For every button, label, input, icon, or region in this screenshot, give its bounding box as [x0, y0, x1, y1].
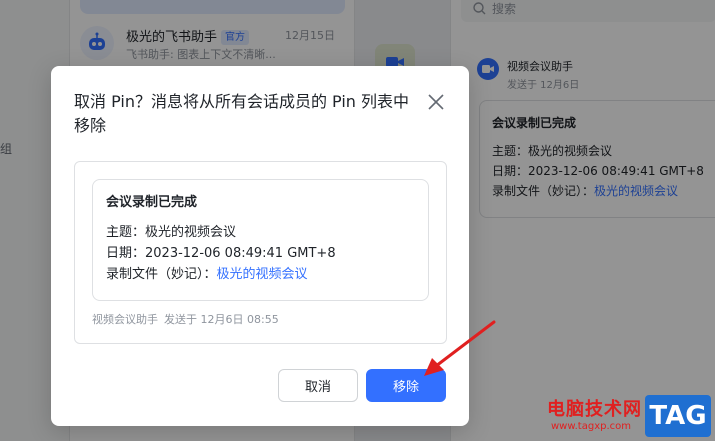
- message-preview: 会议录制已完成 主题：极光的视频会议 日期：2023-12-06 08:49:4…: [74, 161, 447, 344]
- unpin-dialog: 取消 Pin？消息将从所有会话成员的 Pin 列表中移除 会议录制已完成 主题：…: [51, 66, 469, 426]
- footer-time: 发送于 12月6日 08:55: [164, 313, 279, 326]
- card-date: 日期：2023-12-06 08:49:41 GMT+8: [106, 246, 336, 261]
- watermark-url: www.tagxp.com: [551, 421, 631, 432]
- remove-button[interactable]: 移除: [366, 369, 446, 402]
- watermark: 电脑技术网 www.tagxp.com TAG: [515, 391, 715, 441]
- card-topic: 主题：极光的视频会议: [106, 225, 237, 240]
- close-icon: [428, 94, 444, 110]
- dialog-title: 取消 Pin？消息将从所有会话成员的 Pin 列表中移除: [74, 92, 410, 135]
- watermark-tag-logo: TAG: [645, 395, 711, 437]
- card-file: 录制文件（妙记）：极光的视频会议: [106, 267, 308, 282]
- preview-footer: 视频会议助手 发送于 12月6日 08:55: [92, 311, 279, 327]
- cancel-button[interactable]: 取消: [278, 369, 358, 402]
- message-card: 会议录制已完成 主题：极光的视频会议 日期：2023-12-06 08:49:4…: [92, 179, 429, 301]
- close-button[interactable]: [425, 91, 447, 113]
- footer-sender: 视频会议助手: [92, 313, 158, 326]
- card-file-link[interactable]: 极光的视频会议: [217, 267, 308, 282]
- card-title: 会议录制已完成: [106, 195, 198, 210]
- watermark-site-name: 电脑技术网: [547, 399, 642, 420]
